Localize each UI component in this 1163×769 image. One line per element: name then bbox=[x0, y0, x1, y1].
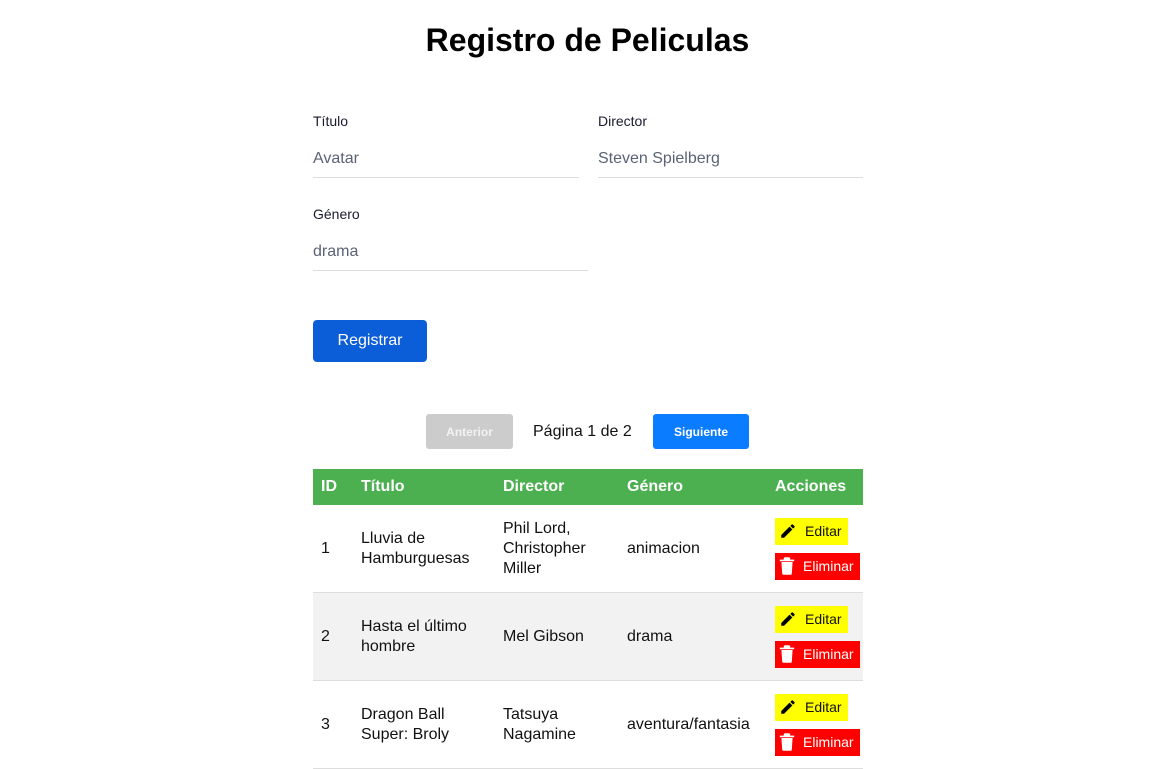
cell-genero: aventura/fantasia bbox=[627, 715, 750, 733]
genero-label: Género bbox=[313, 206, 360, 222]
edit-button[interactable]: Editar bbox=[775, 605, 848, 633]
header-titulo: Título bbox=[353, 469, 495, 505]
anterior-button[interactable]: Anterior bbox=[426, 414, 513, 449]
table-header-row: ID Título Director Género Acciones bbox=[313, 469, 863, 505]
header-acciones: Acciones bbox=[767, 469, 863, 505]
genero-input[interactable] bbox=[313, 241, 588, 271]
pencil-icon bbox=[781, 612, 795, 626]
cell-acciones: Editar Eliminar bbox=[767, 593, 863, 681]
table-row: 3 Dragon Ball Super: Broly Tatsuya Nagam… bbox=[313, 681, 863, 769]
delete-button[interactable]: Eliminar bbox=[775, 728, 860, 756]
cell-titulo: Hasta el último hombre bbox=[361, 617, 467, 655]
cell-acciones: Editar Eliminar bbox=[767, 505, 863, 593]
cell-titulo: Lluvia de Hamburguesas bbox=[361, 529, 470, 567]
table-row: 1 Lluvia de Hamburguesas Phil Lord, Chri… bbox=[313, 505, 863, 593]
edit-label: Editar bbox=[805, 523, 842, 539]
table-row: 2 Hasta el último hombre Mel Gibson dram… bbox=[313, 592, 863, 681]
trash-icon bbox=[779, 557, 795, 575]
pencil-icon bbox=[781, 524, 795, 538]
cell-director: Phil Lord, Christopher Miller bbox=[503, 519, 586, 577]
cell-acciones: Editar Eliminar bbox=[767, 681, 863, 769]
header-id: ID bbox=[313, 469, 353, 505]
delete-label: Eliminar bbox=[803, 558, 854, 574]
titulo-input[interactable] bbox=[313, 148, 579, 178]
genero-field-group: Género bbox=[313, 206, 588, 271]
edit-label: Editar bbox=[805, 699, 842, 715]
director-field-group: Director bbox=[598, 113, 863, 178]
edit-button[interactable]: Editar bbox=[775, 517, 848, 545]
delete-button[interactable]: Eliminar bbox=[775, 640, 860, 668]
delete-label: Eliminar bbox=[803, 646, 854, 662]
cell-genero: drama bbox=[627, 627, 673, 645]
cell-genero: animacion bbox=[627, 539, 700, 557]
siguiente-button[interactable]: Siguiente bbox=[653, 414, 749, 449]
registrar-button[interactable]: Registrar bbox=[313, 320, 427, 362]
cell-titulo: Dragon Ball Super: Broly bbox=[361, 705, 450, 743]
page-info: Página 1 de 2 bbox=[533, 423, 632, 440]
movies-table: ID Título Director Género Acciones 1 Llu… bbox=[313, 469, 863, 769]
delete-label: Eliminar bbox=[803, 734, 854, 750]
edit-label: Editar bbox=[805, 611, 842, 627]
pencil-icon bbox=[781, 700, 795, 714]
titulo-label: Título bbox=[313, 113, 349, 129]
header-genero: Género bbox=[619, 469, 767, 505]
cell-id: 1 bbox=[321, 539, 330, 557]
cell-id: 3 bbox=[321, 715, 330, 733]
director-label: Director bbox=[598, 113, 648, 129]
delete-button[interactable]: Eliminar bbox=[775, 552, 860, 580]
trash-icon bbox=[779, 645, 795, 663]
trash-icon bbox=[779, 733, 795, 751]
page-title: Registro de Peliculas bbox=[425, 22, 750, 58]
cell-id: 2 bbox=[321, 627, 330, 645]
edit-button[interactable]: Editar bbox=[775, 693, 848, 721]
cell-director: Tatsuya Nagamine bbox=[503, 705, 576, 743]
header-director: Director bbox=[495, 469, 619, 505]
titulo-field-group: Título bbox=[313, 113, 579, 178]
director-input[interactable] bbox=[598, 148, 863, 178]
cell-director: Mel Gibson bbox=[503, 627, 584, 645]
